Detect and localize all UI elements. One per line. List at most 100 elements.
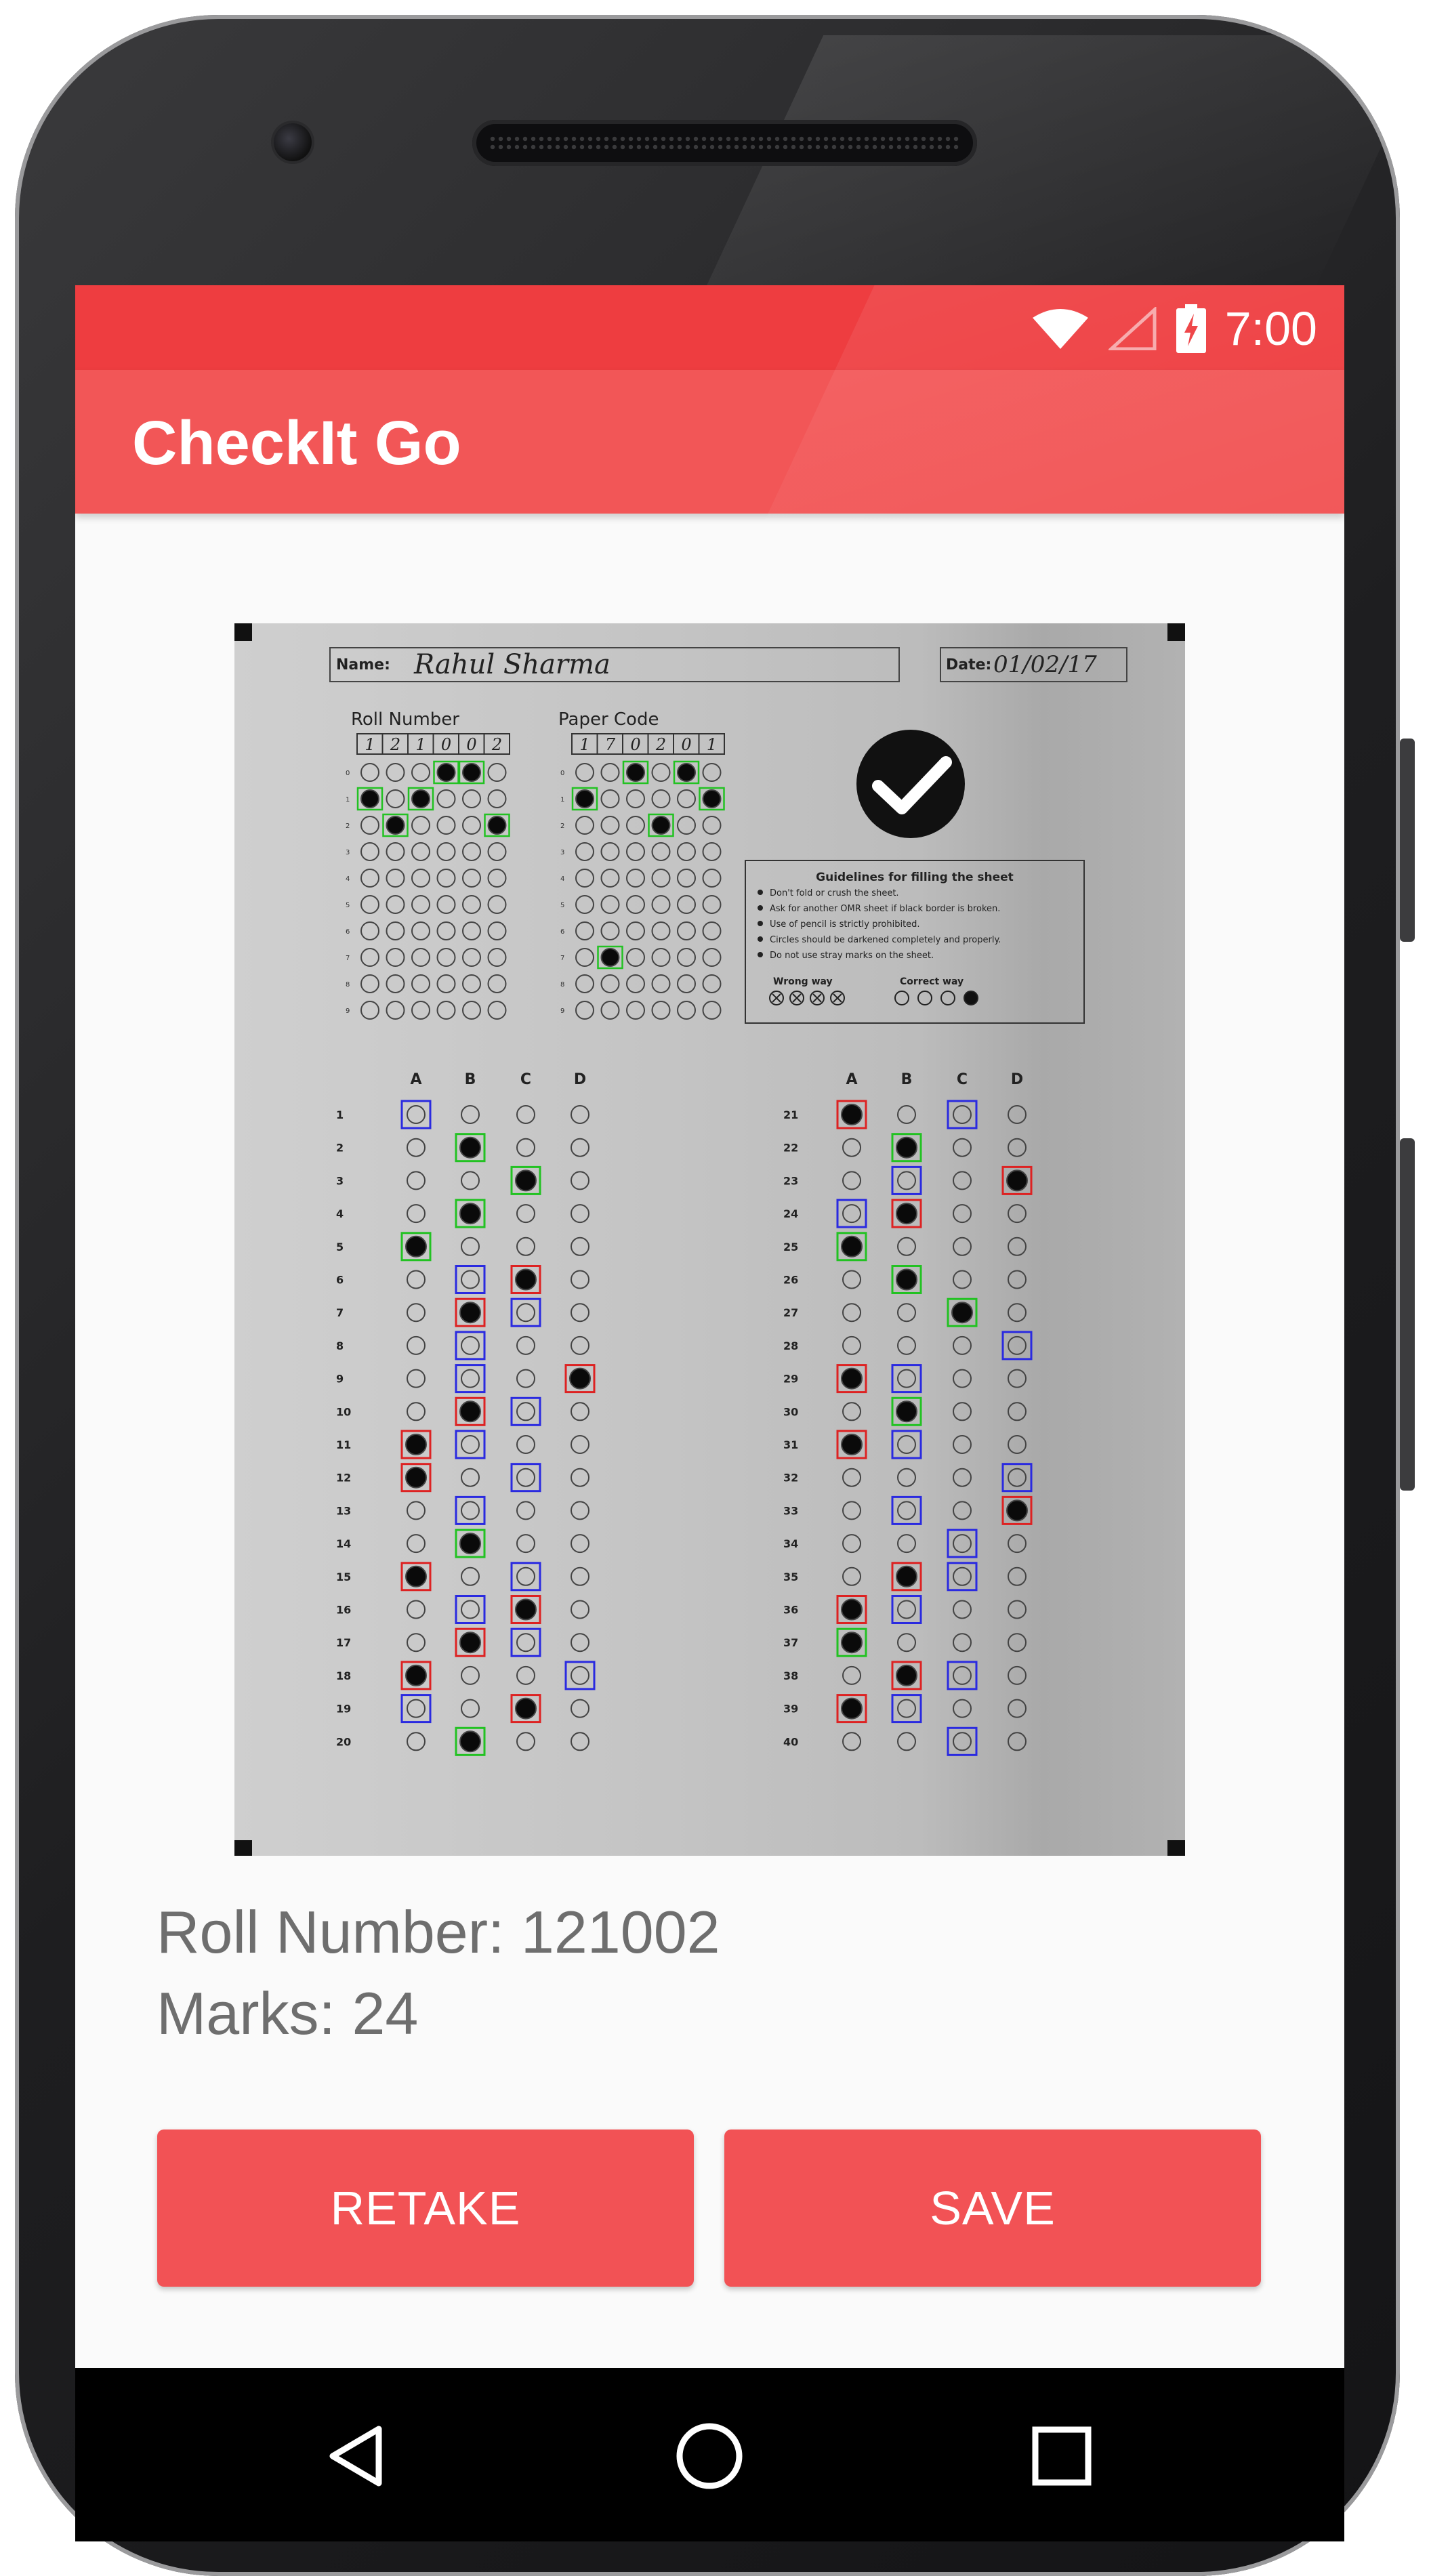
question-number: 18 xyxy=(336,1669,351,1682)
guideline-text: Don't fold or crush the sheet. xyxy=(770,888,899,898)
roll-digit: 1 xyxy=(365,735,375,754)
digit-row-label: 6 xyxy=(560,928,564,936)
marked-bubble xyxy=(459,1632,481,1654)
question-number: 22 xyxy=(783,1142,798,1155)
scanned-omr-sheet: Name: Rahul Sharma Date: 01/02/17 Roll N… xyxy=(234,623,1185,1856)
guideline-text: Circles should be darkened completely an… xyxy=(770,935,1001,945)
question-number: 20 xyxy=(336,1735,351,1748)
question-number: 27 xyxy=(783,1306,798,1319)
app-bar: CheckIt Go xyxy=(75,285,1344,604)
marked-bubble xyxy=(405,1664,427,1686)
question-number: 7 xyxy=(336,1306,344,1319)
option-header: D xyxy=(1011,1071,1023,1088)
filled-bubble xyxy=(411,789,430,808)
digit-row-label: 9 xyxy=(560,1007,564,1015)
corner-marker xyxy=(234,1840,252,1856)
question-number: 35 xyxy=(783,1571,798,1583)
marked-bubble xyxy=(515,1697,537,1720)
question-number: 23 xyxy=(783,1174,798,1187)
retake-button[interactable]: RETAKE xyxy=(157,2130,694,2287)
roll-number-label: Roll Number xyxy=(351,709,459,730)
marked-bubble xyxy=(841,1235,863,1258)
option-header: D xyxy=(574,1071,586,1088)
question-number: 28 xyxy=(783,1339,798,1352)
question-number: 32 xyxy=(783,1472,798,1484)
marked-bubble xyxy=(896,1400,917,1423)
marked-bubble xyxy=(459,1203,481,1225)
paper-code-label: Paper Code xyxy=(558,709,659,730)
phone-gloss xyxy=(697,35,1429,306)
question-number: 17 xyxy=(336,1636,351,1649)
date-value: 01/02/17 xyxy=(993,651,1097,678)
question-number: 16 xyxy=(336,1604,351,1617)
guideline-bullet xyxy=(758,936,763,942)
wifi-icon xyxy=(1032,309,1088,349)
question-number: 34 xyxy=(783,1537,798,1550)
navigation-bar xyxy=(75,2368,1344,2541)
back-button[interactable] xyxy=(310,2409,405,2504)
question-number: 4 xyxy=(336,1207,344,1220)
question-number: 36 xyxy=(783,1604,798,1617)
marks-result: Marks: 24 xyxy=(157,1980,419,2047)
corner-marker xyxy=(234,623,252,641)
status-clock: 7:00 xyxy=(1224,302,1317,355)
marked-bubble xyxy=(1006,1169,1028,1192)
question-number: 8 xyxy=(336,1339,344,1352)
marked-bubble xyxy=(841,1434,863,1455)
marked-bubble xyxy=(515,1169,537,1192)
guideline-text: Do not use stray marks on the sheet. xyxy=(770,951,934,961)
question-number: 10 xyxy=(336,1405,351,1418)
correct-way-label: Correct way xyxy=(900,976,964,987)
filled-bubble xyxy=(600,948,620,967)
correct-way-sample xyxy=(964,991,978,1005)
front-camera xyxy=(274,123,312,161)
status-icons: 7:00 xyxy=(1031,299,1317,358)
roll-digit: 0 xyxy=(441,735,451,754)
option-header: A xyxy=(410,1071,421,1088)
guideline-bullet xyxy=(758,921,763,926)
filled-bubble xyxy=(386,816,405,835)
name-label: Name: xyxy=(336,657,390,673)
date-label: Date: xyxy=(946,657,991,673)
earpiece-speaker xyxy=(472,120,977,166)
question-number: 26 xyxy=(783,1274,798,1287)
digit-row-label: 8 xyxy=(560,981,564,989)
roll-digit: 2 xyxy=(390,735,400,754)
digit-row-label: 5 xyxy=(346,902,350,909)
marked-bubble xyxy=(459,1302,481,1324)
filled-bubble xyxy=(360,789,379,808)
filled-bubble xyxy=(436,763,456,782)
question-number: 29 xyxy=(783,1373,798,1386)
filled-bubble xyxy=(575,789,594,808)
corner-marker xyxy=(1167,1840,1185,1856)
marked-bubble xyxy=(841,1598,863,1621)
question-number: 1 xyxy=(336,1108,344,1121)
question-number: 39 xyxy=(783,1703,798,1716)
marked-bubble xyxy=(459,1730,481,1753)
question-number: 14 xyxy=(336,1537,351,1550)
marked-bubble xyxy=(841,1697,863,1720)
recents-icon xyxy=(1032,2426,1092,2486)
marked-bubble xyxy=(405,1466,427,1489)
digit-row-label: 5 xyxy=(560,902,564,909)
save-button[interactable]: SAVE xyxy=(724,2130,1261,2287)
question-number: 13 xyxy=(336,1504,351,1517)
home-button[interactable] xyxy=(662,2409,757,2504)
marked-bubble xyxy=(515,1598,537,1621)
filled-bubble xyxy=(462,763,481,782)
digit-row-label: 8 xyxy=(346,981,350,989)
paper-digit: 7 xyxy=(605,735,616,754)
question-number: 5 xyxy=(336,1241,344,1253)
question-number: 9 xyxy=(336,1373,344,1386)
digit-row-label: 0 xyxy=(560,770,564,777)
recents-button[interactable] xyxy=(1014,2409,1109,2504)
digit-row-label: 4 xyxy=(346,875,350,883)
checkit-logo xyxy=(856,730,965,838)
marked-bubble xyxy=(841,1104,863,1125)
power-button xyxy=(1400,739,1415,942)
digit-row-label: 9 xyxy=(346,1007,350,1015)
question-number: 2 xyxy=(336,1142,344,1155)
marked-bubble xyxy=(405,1434,427,1455)
marked-bubble xyxy=(896,1664,917,1686)
question-number: 19 xyxy=(336,1703,351,1716)
